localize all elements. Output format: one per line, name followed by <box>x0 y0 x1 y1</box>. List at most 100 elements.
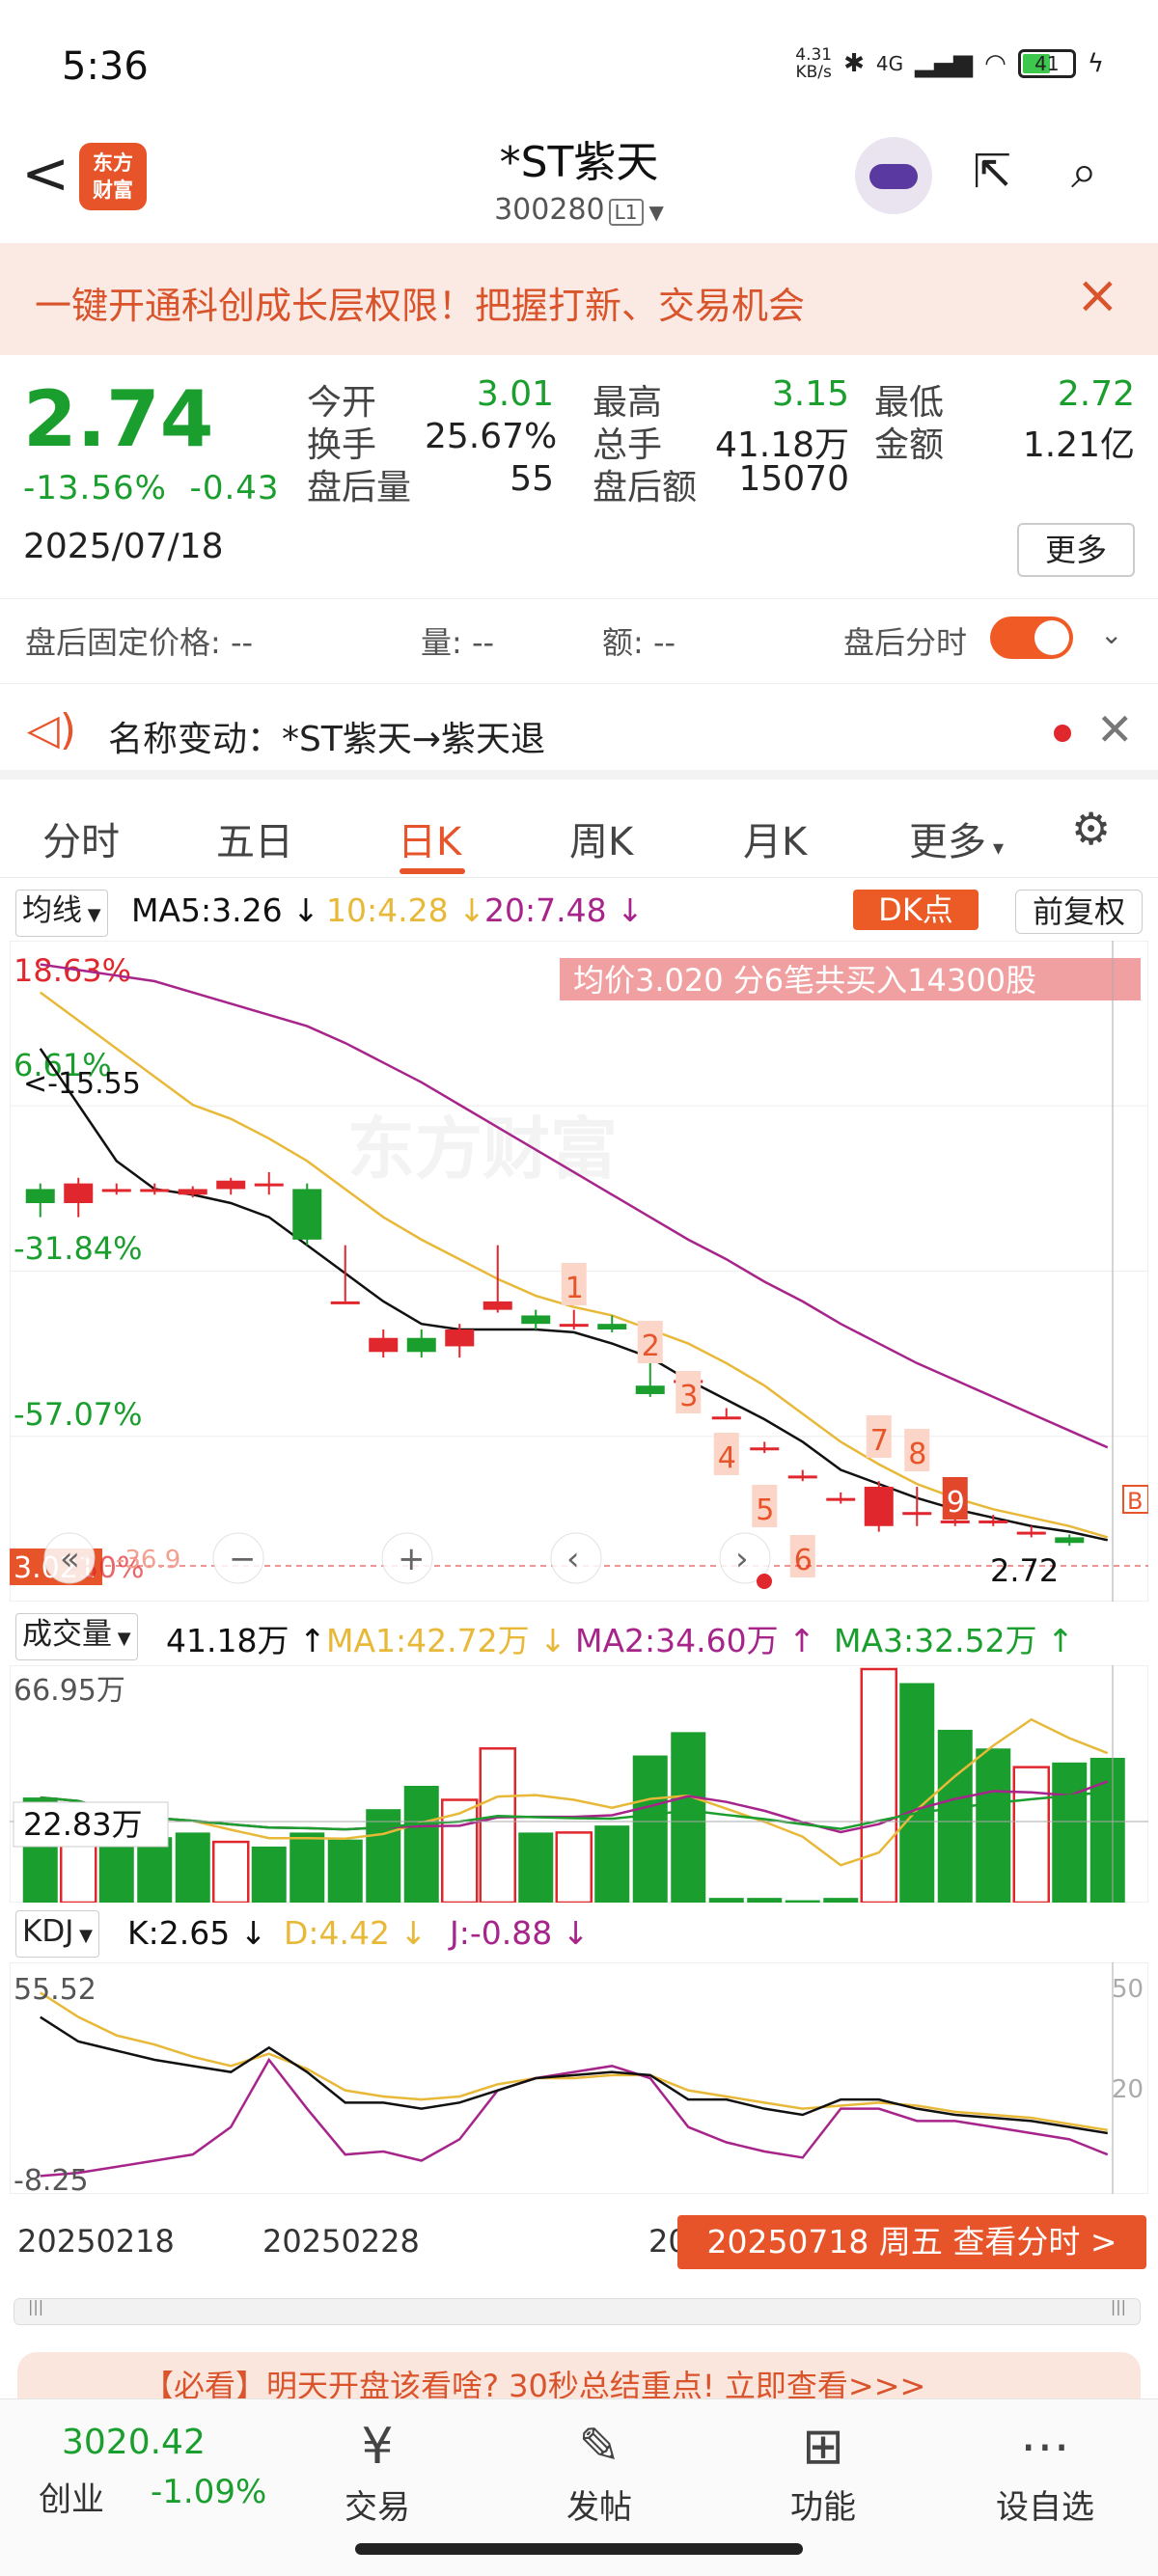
volume-chart[interactable]: 66.95万 22.83万 <box>10 1665 1148 1903</box>
kdj-selector[interactable]: KDJ ▼ <box>15 1910 99 1958</box>
chart-scrollbar[interactable] <box>14 2297 1141 2325</box>
close-icon[interactable]: ✕ <box>1096 703 1134 755</box>
level-badge[interactable]: L1 <box>608 199 644 226</box>
volume-bar <box>632 1755 668 1903</box>
nav-post[interactable]: ✎ 发帖 <box>527 2413 672 2528</box>
volume-bar <box>860 1667 897 1903</box>
view-timeshare-callout[interactable]: 20250718 周五 查看分时 > <box>677 2215 1146 2269</box>
notice-bar[interactable]: ◁) 名称变动：*ST紫天→紫天退 ✕ <box>0 683 1158 780</box>
ma10-label: 10:4.28 ↓ <box>326 891 485 929</box>
y-axis-label: -31.84% <box>14 1230 143 1267</box>
volume-cur-label: 22.83万 <box>23 1806 143 1843</box>
quote-value: 3.01 <box>476 374 554 414</box>
tab-monthly-k[interactable]: 月K <box>743 810 807 866</box>
quote-label: 金额 <box>874 425 945 465</box>
speaker-icon: ◁) <box>27 705 77 754</box>
candle-body <box>597 1324 627 1329</box>
volume-bar <box>212 1840 250 1903</box>
zoom-control-icon: ‹ <box>566 1540 580 1578</box>
avg-price-text: 均价3.020 分6笔共买入14300股 <box>573 962 1036 999</box>
nav-trade[interactable]: ¥ 交易 <box>305 2413 450 2528</box>
share-icon[interactable]: ⇱ <box>973 145 1011 199</box>
dk-point-button[interactable]: DK点 <box>853 890 979 930</box>
gear-icon[interactable]: ⚙ <box>1071 803 1111 855</box>
buy-marker-label: 5 <box>756 1494 774 1527</box>
after-hours-row: 盘后固定价格: -- 量: -- 额: -- 盘后分时 ⌄ <box>0 598 1158 675</box>
after-volume-label: 量: -- <box>421 624 495 661</box>
index-value[interactable]: 3020.42 <box>62 2423 206 2462</box>
app-header: < 东方 财富 *ST紫天 300280 L1 ▼ ⇱ ⌕ <box>0 125 1158 241</box>
kdj-legend-bar: KDJ ▼ K:2.65 ↓ D:4.42 ↓ J:-0.88 ↓ <box>0 1908 1158 1960</box>
close-icon[interactable]: × <box>1076 264 1119 325</box>
edit-icon: ✎ <box>578 2418 620 2476</box>
quote-value: 25.67% <box>425 417 558 456</box>
kdj-d-label: D:4.42 ↓ <box>284 1914 427 1952</box>
volume-selector[interactable]: 成交量 ▼ <box>15 1613 138 1660</box>
candle-body <box>406 1337 436 1353</box>
nav-functions[interactable]: ⊞ 功能 <box>751 2413 896 2528</box>
more-button[interactable]: 更多 <box>1017 523 1135 577</box>
fixed-price-label: 盘后固定价格: -- <box>25 624 254 661</box>
candle-body <box>1055 1537 1085 1544</box>
adjust-button[interactable]: 前复权 <box>1015 890 1143 934</box>
notice-text[interactable]: 名称变动：*ST紫天→紫天退 <box>108 711 545 761</box>
quote-label: 盘后额 <box>593 468 698 507</box>
promo-text[interactable]: 一键开通科创成长层权限！把握打新、交易机会 <box>35 276 805 329</box>
volume-bar <box>899 1683 935 1903</box>
vol-ma1-label: MA1:42.72万 ↓ <box>326 1622 566 1659</box>
candle-body <box>902 1512 932 1516</box>
candle-body <box>445 1329 475 1347</box>
candle-body <box>216 1180 246 1190</box>
tab-five-day[interactable]: 五日 <box>216 810 293 866</box>
candlestick-chart[interactable]: 东方财富18.63%6.61%-31.84%-57.07%均价3.020 分6笔… <box>10 941 1148 1602</box>
y-axis-label: -57.07% <box>14 1396 143 1433</box>
tab-daily-k[interactable]: 日K <box>398 810 461 866</box>
kdj-k-label: K:2.65 ↓ <box>127 1914 267 1952</box>
buy-marker-label: 9 <box>947 1486 965 1520</box>
chevron-down-icon[interactable]: ⌄ <box>1100 618 1122 650</box>
last-price-label: 2.72 <box>990 1552 1059 1589</box>
wifi-icon: ◠ <box>984 49 1006 78</box>
unread-dot <box>1054 725 1071 742</box>
volume-max-label: 66.95万 <box>14 1674 125 1708</box>
volume-bar <box>1012 1766 1050 1903</box>
nav-watchlist[interactable]: ⋯ 设自选 <box>973 2413 1117 2528</box>
tab-timeshare[interactable]: 分时 <box>42 810 120 866</box>
dropdown-arrow-icon[interactable]: ▼ <box>649 201 664 224</box>
candle-body <box>750 1447 780 1451</box>
candle-body <box>178 1189 207 1195</box>
volume-bar <box>976 1748 1011 1903</box>
home-indicator[interactable] <box>355 2543 803 2555</box>
index-name[interactable]: 创业 <box>39 2473 104 2520</box>
candle-body <box>64 1183 94 1203</box>
ai-assistant-icon[interactable] <box>855 137 932 214</box>
x-date-label: 20250228 <box>262 2223 420 2260</box>
volume-bar <box>327 1839 363 1903</box>
ma-legend-bar: 均线 ▼ MA5:3.26 ↓ 10:4.28 ↓ 20:7.48 ↓ DK点 … <box>0 886 1158 937</box>
y-axis-label: 18.63% <box>14 952 131 989</box>
tab-weekly-k[interactable]: 周K <box>569 810 633 866</box>
volume-bar <box>1052 1762 1088 1903</box>
kdj-axis-label: 50 <box>1112 1975 1144 2004</box>
volume-bar <box>555 1831 593 1903</box>
promo-banner[interactable]: 一键开通科创成长层权限！把握打新、交易机会 × <box>0 243 1158 355</box>
index-change[interactable]: -1.09% <box>151 2473 266 2511</box>
quote-value: 15070 <box>738 459 849 499</box>
ma5-label: MA5:3.26 ↓ <box>131 891 319 929</box>
volume-bar <box>518 1832 554 1903</box>
zoom-control-icon: − <box>229 1540 257 1578</box>
after-hours-toggle[interactable] <box>990 617 1073 659</box>
indicator-selector[interactable]: 均线 ▼ <box>15 890 108 937</box>
kdj-j-label: J:-0.88 ↓ <box>450 1914 590 1952</box>
ad-text[interactable]: 【必看】明天开盘该看啥? 30秒总结重点! 立即查看>>> <box>143 2362 925 2400</box>
tab-more[interactable]: 更多 ▾ <box>909 810 1004 866</box>
kdj-chart[interactable]: 55.52 -8.25 50 20 <box>10 1962 1148 2194</box>
quote-value: 3.15 <box>771 374 849 414</box>
search-icon[interactable]: ⌕ <box>1071 145 1097 200</box>
volume-bar <box>403 1786 439 1903</box>
yen-icon: ¥ <box>361 2418 394 2476</box>
ad-banner[interactable]: 【必看】明天开盘该看啥? 30秒总结重点! 立即查看>>> <box>17 2352 1141 2400</box>
candle-body <box>140 1189 170 1192</box>
candle-body <box>25 1189 55 1203</box>
after-amount-label: 额: -- <box>602 624 676 661</box>
